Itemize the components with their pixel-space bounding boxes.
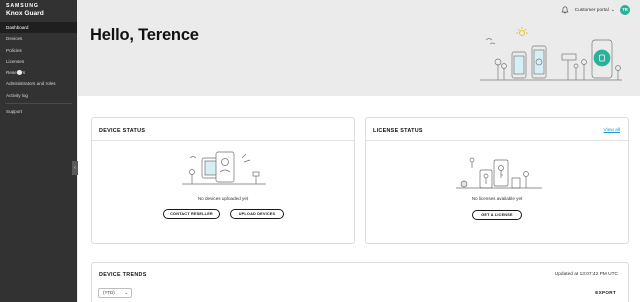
brand-line1: SAMSUNG [6, 3, 39, 9]
card-divider [366, 140, 628, 141]
avatar[interactable]: TR [620, 5, 630, 15]
sidebar-divider [5, 103, 72, 105]
period-select-value: (YTD) [103, 290, 115, 295]
page-title: Hello, Terence [90, 26, 199, 44]
card-divider [92, 140, 354, 141]
chevron-left-icon: ‹ [74, 165, 76, 171]
sidebar-item-devices[interactable]: Devices [0, 33, 77, 44]
device-status-empty-text: No devices uploaded yet [197, 196, 249, 201]
period-select[interactable]: (YTD) ⌄ [98, 288, 132, 298]
portal-switcher: Customer portal ⌄ TR [561, 5, 630, 15]
contact-reseller-button[interactable]: CONTACT RESELLER [163, 209, 220, 219]
view-all-link[interactable]: View all [604, 128, 620, 133]
get-a-license-button[interactable]: GET A LICENSE [472, 210, 522, 220]
chevron-down-icon: ⌄ [124, 290, 128, 295]
devices-empty-illustration [182, 151, 266, 185]
sidebar-item-licenses[interactable]: Licenses [0, 56, 77, 67]
export-button[interactable]: EXPORT [595, 290, 616, 295]
brand-logo[interactable]: SAMSUNG Knox Guard [6, 3, 44, 18]
device-trends-card: DEVICE TRENDS Updated at 13:07:42 PM UTC… [91, 262, 629, 302]
license-status-title: LICENSE STATUS [373, 128, 423, 134]
sidebar-item-resellers[interactable]: Resellers [0, 67, 77, 78]
upload-devices-button[interactable]: UPLOAD DEVICES [230, 209, 284, 219]
sidebar-item-policies[interactable]: Policies [0, 45, 77, 56]
devices-hero-illustration [480, 27, 622, 81]
device-status-card: DEVICE STATUS No devices uploaded yet CO… [91, 117, 355, 244]
sidebar-item-support[interactable]: Support [0, 106, 77, 117]
updated-timestamp: Updated at 13:07:42 PM UTC [554, 272, 618, 277]
chevron-down-icon[interactable]: ⌄ [611, 7, 615, 13]
customer-portal-dropdown[interactable]: Customer portal [575, 8, 609, 13]
sidebar-item-activity-log[interactable]: Activity log [0, 90, 77, 101]
mouse-cursor-indicator [17, 70, 22, 75]
device-trends-title: DEVICE TRENDS [99, 272, 147, 278]
license-empty-illustration [456, 157, 542, 189]
sidebar-item-dashboard[interactable]: Dashboard [0, 22, 77, 34]
sidebar-item-administrators[interactable]: Administrators and roles [0, 78, 77, 89]
sidebar: SAMSUNG Knox Guard Dashboard Devices Pol… [0, 0, 77, 302]
bell-icon[interactable] [561, 6, 569, 14]
sidebar-nav: Dashboard Devices Policies Licenses Rese… [0, 22, 77, 117]
license-status-card: LICENSE STATUS View all No licenses avai… [365, 117, 629, 244]
brand-line2: Knox Guard [6, 10, 44, 18]
device-status-title: DEVICE STATUS [99, 128, 146, 134]
license-status-empty-text: No licenses available yet [471, 196, 523, 201]
